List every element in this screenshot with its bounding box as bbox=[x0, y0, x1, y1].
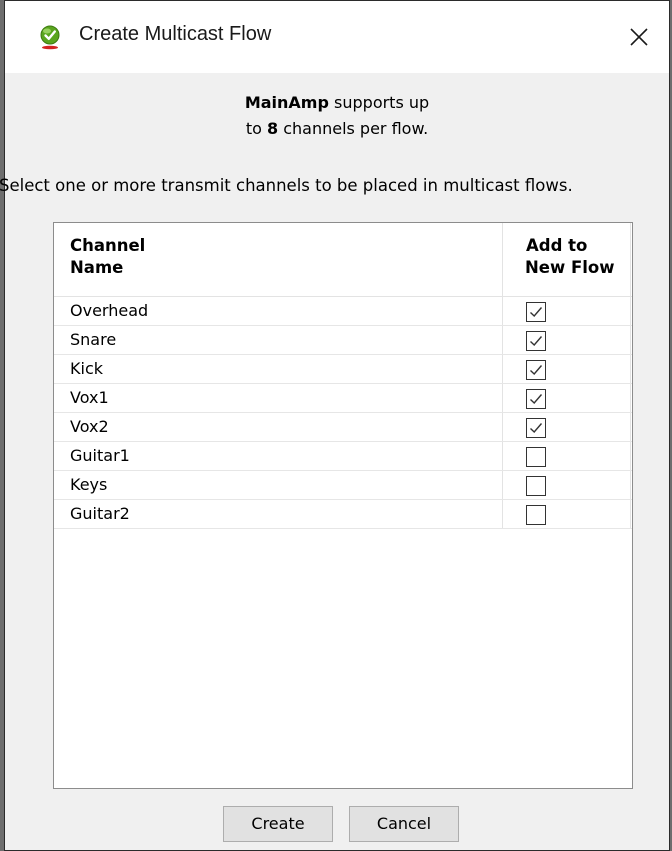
green-check-globe-icon bbox=[39, 24, 61, 50]
checkmark-icon bbox=[530, 394, 543, 405]
checkmark-icon bbox=[530, 423, 543, 434]
table-row[interactable]: Snare bbox=[54, 326, 632, 355]
column-header-add-to-new-flow[interactable]: Add to New Flow bbox=[525, 235, 615, 279]
add-to-flow-checkbox[interactable] bbox=[526, 418, 546, 438]
add-to-flow-checkbox[interactable] bbox=[526, 447, 546, 467]
instructions-text: Select one or more transmit channels to … bbox=[0, 176, 573, 195]
add-to-flow-checkbox[interactable] bbox=[526, 505, 546, 525]
channel-name: Keys bbox=[70, 475, 108, 494]
cancel-button[interactable]: Cancel bbox=[349, 806, 459, 842]
add-to-flow-checkbox[interactable] bbox=[526, 389, 546, 409]
header-channel-line1: Channel bbox=[70, 236, 146, 255]
device-name: MainAmp bbox=[244, 93, 329, 112]
channel-name: Overhead bbox=[70, 301, 149, 320]
table-row[interactable]: Guitar1 bbox=[54, 442, 632, 471]
add-to-flow-checkbox[interactable] bbox=[526, 360, 546, 380]
channel-name: Guitar1 bbox=[70, 446, 130, 465]
table-row[interactable]: Vox2 bbox=[54, 413, 632, 442]
create-button[interactable]: Create bbox=[223, 806, 333, 842]
close-button[interactable] bbox=[607, 1, 669, 73]
max-channels-count: 8 bbox=[266, 119, 279, 138]
add-to-flow-checkbox[interactable] bbox=[526, 302, 546, 322]
table-row[interactable]: Guitar2 bbox=[54, 500, 632, 529]
header-channel-line2: Name bbox=[70, 258, 124, 277]
table-row[interactable]: Keys bbox=[54, 471, 632, 500]
channel-name: Guitar2 bbox=[70, 504, 130, 523]
device-capacity-line2: to 8 channels per flow. bbox=[5, 119, 669, 138]
table-row[interactable]: Kick bbox=[54, 355, 632, 384]
channel-name: Vox2 bbox=[70, 417, 109, 436]
channel-name: Vox1 bbox=[70, 388, 109, 407]
create-multicast-flow-dialog: Create Multicast Flow MainAmp supports u… bbox=[0, 0, 670, 851]
checkmark-icon bbox=[530, 336, 543, 347]
table-row[interactable]: Overhead bbox=[54, 297, 632, 326]
table-row[interactable]: Vox1 bbox=[54, 384, 632, 413]
column-header-channel-name[interactable]: Channel Name bbox=[70, 235, 145, 279]
channel-name: Snare bbox=[70, 330, 117, 349]
close-icon bbox=[630, 28, 648, 46]
device-capacity-line1: MainAmp supports up bbox=[5, 93, 669, 112]
capacity-text-1: supports up bbox=[328, 93, 430, 112]
add-to-flow-checkbox[interactable] bbox=[526, 331, 546, 351]
channel-name: Kick bbox=[70, 359, 103, 378]
header-add-line2: New Flow bbox=[525, 258, 615, 277]
checkmark-icon bbox=[530, 365, 543, 376]
header-add-line1: Add to bbox=[526, 236, 588, 255]
capacity-text-2: to bbox=[245, 119, 267, 138]
capacity-text-3: channels per flow. bbox=[278, 119, 429, 138]
dialog-title: Create Multicast Flow bbox=[79, 23, 272, 45]
channel-table[interactable]: Channel Name Add to New Flow Overhead Sna… bbox=[53, 222, 633, 789]
add-to-flow-checkbox[interactable] bbox=[526, 476, 546, 496]
checkmark-icon bbox=[530, 307, 543, 318]
title-bar[interactable]: Create Multicast Flow bbox=[5, 1, 669, 73]
